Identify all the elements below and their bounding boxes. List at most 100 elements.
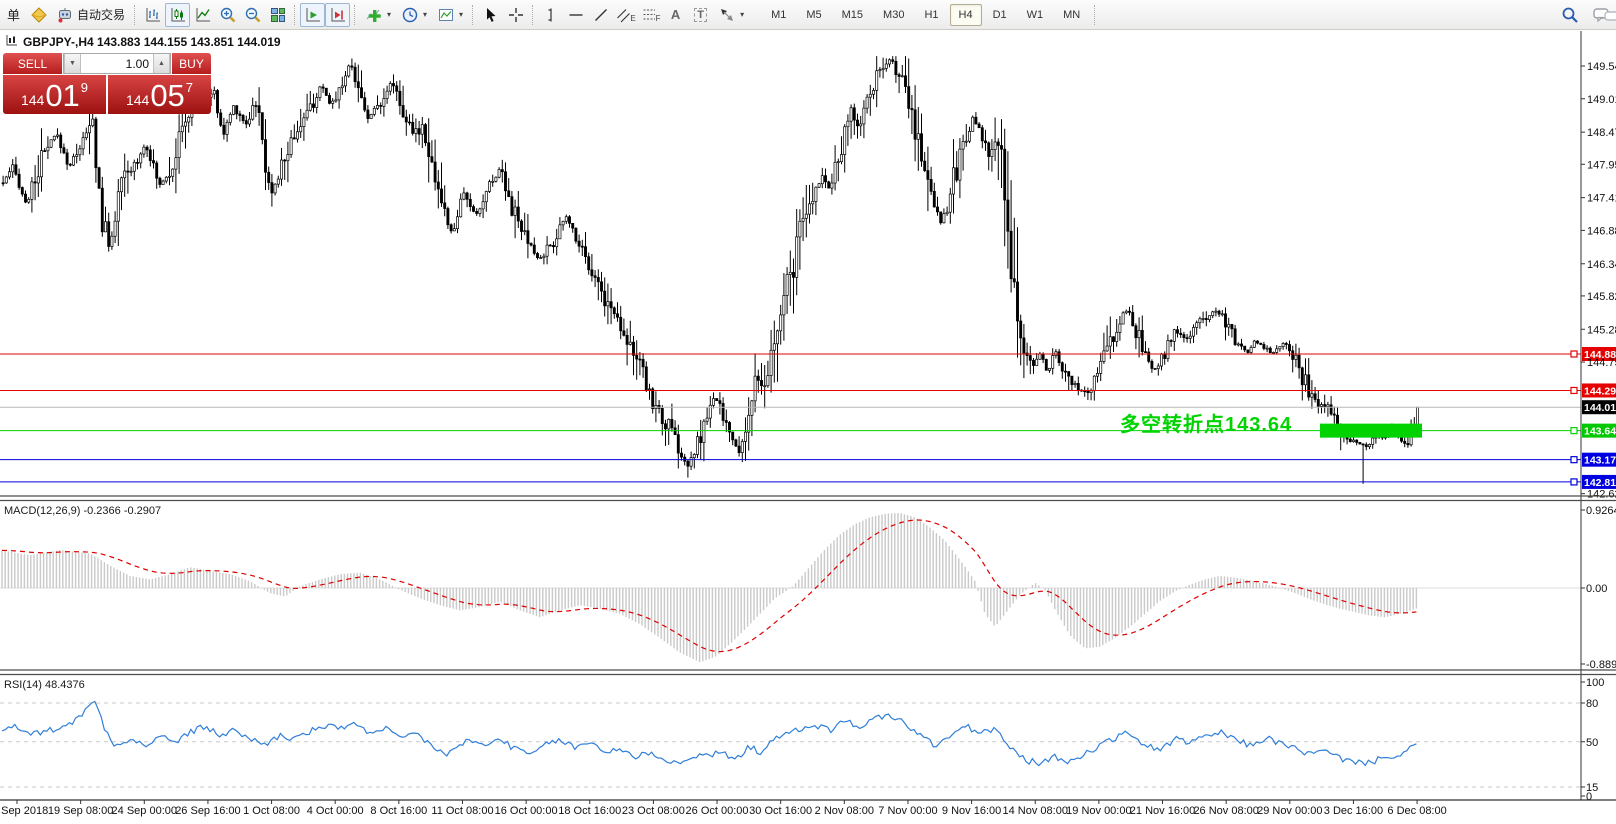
svg-text:0: 0	[1586, 791, 1592, 803]
crosshair-button[interactable]	[503, 3, 528, 27]
timeframe-D1[interactable]: D1	[984, 4, 1016, 26]
toolbar-separator	[134, 5, 136, 25]
chat-bubbles-icon	[1592, 5, 1616, 25]
chevron-down-icon: ▾	[459, 10, 463, 19]
buy-price-pip: 7	[186, 80, 193, 95]
chart-shift-button[interactable]	[325, 3, 350, 27]
diamond-icon	[30, 6, 48, 24]
zoom-in-button[interactable]	[215, 3, 240, 27]
sell-button-label: SELL	[18, 57, 47, 71]
sell-price-button[interactable]: 144 01 9	[3, 75, 106, 114]
vertical-line-tool-button[interactable]	[538, 3, 563, 27]
fibonacci-tool-button[interactable]: F	[638, 3, 663, 27]
timeframe-W1[interactable]: W1	[1018, 4, 1053, 26]
timeframe-M30[interactable]: M30	[874, 4, 913, 26]
svg-text:149.54: 149.54	[1587, 61, 1616, 73]
timeframe-MN[interactable]: MN	[1054, 4, 1089, 26]
one-click-trade-panel: SELL ▼ 1.00 ▲ BUY 144 01 9 144 05 7	[3, 53, 211, 114]
candlestick-chart-button[interactable]	[165, 3, 190, 27]
volume-increase-button[interactable]: ▲	[153, 54, 170, 73]
svg-text:144.01: 144.01	[1584, 402, 1616, 414]
add-indicator-icon	[365, 6, 383, 24]
market-watch-button[interactable]	[26, 3, 51, 27]
bar-chart-button[interactable]	[140, 3, 165, 27]
clock-icon	[401, 6, 419, 24]
svg-text:21 Nov 16:00: 21 Nov 16:00	[1130, 805, 1195, 817]
svg-text:19 Nov 00:00: 19 Nov 00:00	[1066, 805, 1131, 817]
horizontal-line-tool-button[interactable]	[563, 3, 588, 27]
label-tool-button[interactable]: T	[688, 3, 713, 27]
volume-decrease-button[interactable]: ▼	[64, 54, 81, 73]
zoom-out-button[interactable]	[240, 3, 265, 27]
trendline-icon	[592, 6, 610, 24]
svg-text:26 Sep 16:00: 26 Sep 16:00	[175, 805, 240, 817]
chevron-down-icon: ▾	[740, 10, 744, 19]
svg-text:14 Sep 2018: 14 Sep 2018	[0, 805, 48, 817]
autotrading-button[interactable]: 自动交易	[51, 3, 130, 27]
chart-shift-icon	[329, 6, 347, 24]
svg-text:23 Oct 08:00: 23 Oct 08:00	[622, 805, 685, 817]
indicators-button[interactable]: ▾	[360, 3, 396, 27]
buy-button[interactable]: BUY	[172, 53, 211, 74]
channel-tool-button[interactable]: E	[613, 3, 638, 27]
chevron-down-icon: ▾	[423, 10, 427, 19]
periods-button[interactable]: ▾	[396, 3, 432, 27]
timeframe-M1[interactable]: M1	[762, 4, 795, 26]
sell-price-pip: 9	[81, 80, 88, 95]
svg-text:2 Nov 08:00: 2 Nov 08:00	[815, 805, 874, 817]
new-order-label: 单	[7, 5, 20, 24]
vertical-line-icon	[542, 6, 560, 24]
sell-button[interactable]: SELL	[3, 53, 62, 74]
tile-windows-button[interactable]	[265, 3, 290, 27]
svg-text:146.34: 146.34	[1587, 259, 1616, 271]
svg-text:26 Oct 00:00: 26 Oct 00:00	[686, 805, 749, 817]
svg-text:149.01: 149.01	[1587, 94, 1616, 106]
line-chart-button[interactable]	[190, 3, 215, 27]
new-order-button[interactable]: 单	[1, 3, 26, 27]
svg-text:142.81: 142.81	[1584, 477, 1616, 489]
mt4-window: 144.88144.29144.01143.64143.17142.81149.…	[0, 0, 1616, 824]
chart-mini-icon	[6, 34, 18, 49]
timeframe-H1[interactable]: H1	[915, 4, 947, 26]
svg-text:16 Oct 00:00: 16 Oct 00:00	[495, 805, 558, 817]
svg-text:144.29: 144.29	[1584, 385, 1616, 397]
arrows-icon	[718, 6, 736, 24]
svg-text:143.64: 143.64	[1584, 426, 1616, 438]
svg-text:6 Dec 08:00: 6 Dec 08:00	[1387, 805, 1446, 817]
text-label-icon: T	[694, 8, 707, 22]
toolbar-separator	[472, 5, 474, 25]
pivot-annotation-text: 多空转折点143.64	[1120, 408, 1292, 437]
search-button[interactable]	[1557, 3, 1582, 27]
toolbar-separator	[1094, 5, 1096, 25]
volume-value[interactable]: 1.00	[81, 54, 153, 73]
volume-stepper: ▼ 1.00 ▲	[63, 53, 171, 74]
svg-text:9 Nov 16:00: 9 Nov 16:00	[942, 805, 1001, 817]
chat-button[interactable]	[1590, 3, 1616, 27]
arrows-tool-button[interactable]: ▾	[713, 3, 749, 27]
macd-indicator-label: MACD(12,26,9) -0.2366 -0.2907	[4, 505, 161, 517]
grid-layer	[0, 588, 1581, 787]
trendline-tool-button[interactable]	[588, 3, 613, 27]
horizontal-line-icon	[567, 6, 585, 24]
fibonacci-sub-label: F	[656, 14, 661, 23]
text-tool-button[interactable]: A	[663, 3, 688, 27]
channel-sub-label: E	[630, 14, 635, 23]
buy-price-prefix: 144	[126, 92, 149, 108]
svg-text:142.62: 142.62	[1587, 489, 1616, 501]
levels-layer	[0, 351, 1581, 485]
timeframe-M15[interactable]: M15	[833, 4, 872, 26]
svg-text:146.88: 146.88	[1587, 225, 1616, 237]
auto-scroll-icon	[304, 6, 322, 24]
timeframe-H4[interactable]: H4	[950, 4, 982, 26]
timeframe-M5[interactable]: M5	[797, 4, 830, 26]
main-toolbar: 单 自动交易	[0, 0, 1616, 30]
svg-text:24 Sep 00:00: 24 Sep 00:00	[112, 805, 177, 817]
chart-canvas[interactable]: 144.88144.29144.01143.64143.17142.81149.…	[0, 0, 1616, 824]
buy-price-button[interactable]: 144 05 7	[108, 75, 211, 114]
templates-button[interactable]: ▾	[432, 3, 468, 27]
auto-scroll-button[interactable]	[300, 3, 325, 27]
search-icon	[1560, 5, 1580, 25]
svg-text:14 Nov 08:00: 14 Nov 08:00	[1003, 805, 1068, 817]
zoom-in-icon	[219, 6, 237, 24]
cursor-button[interactable]	[478, 3, 503, 27]
